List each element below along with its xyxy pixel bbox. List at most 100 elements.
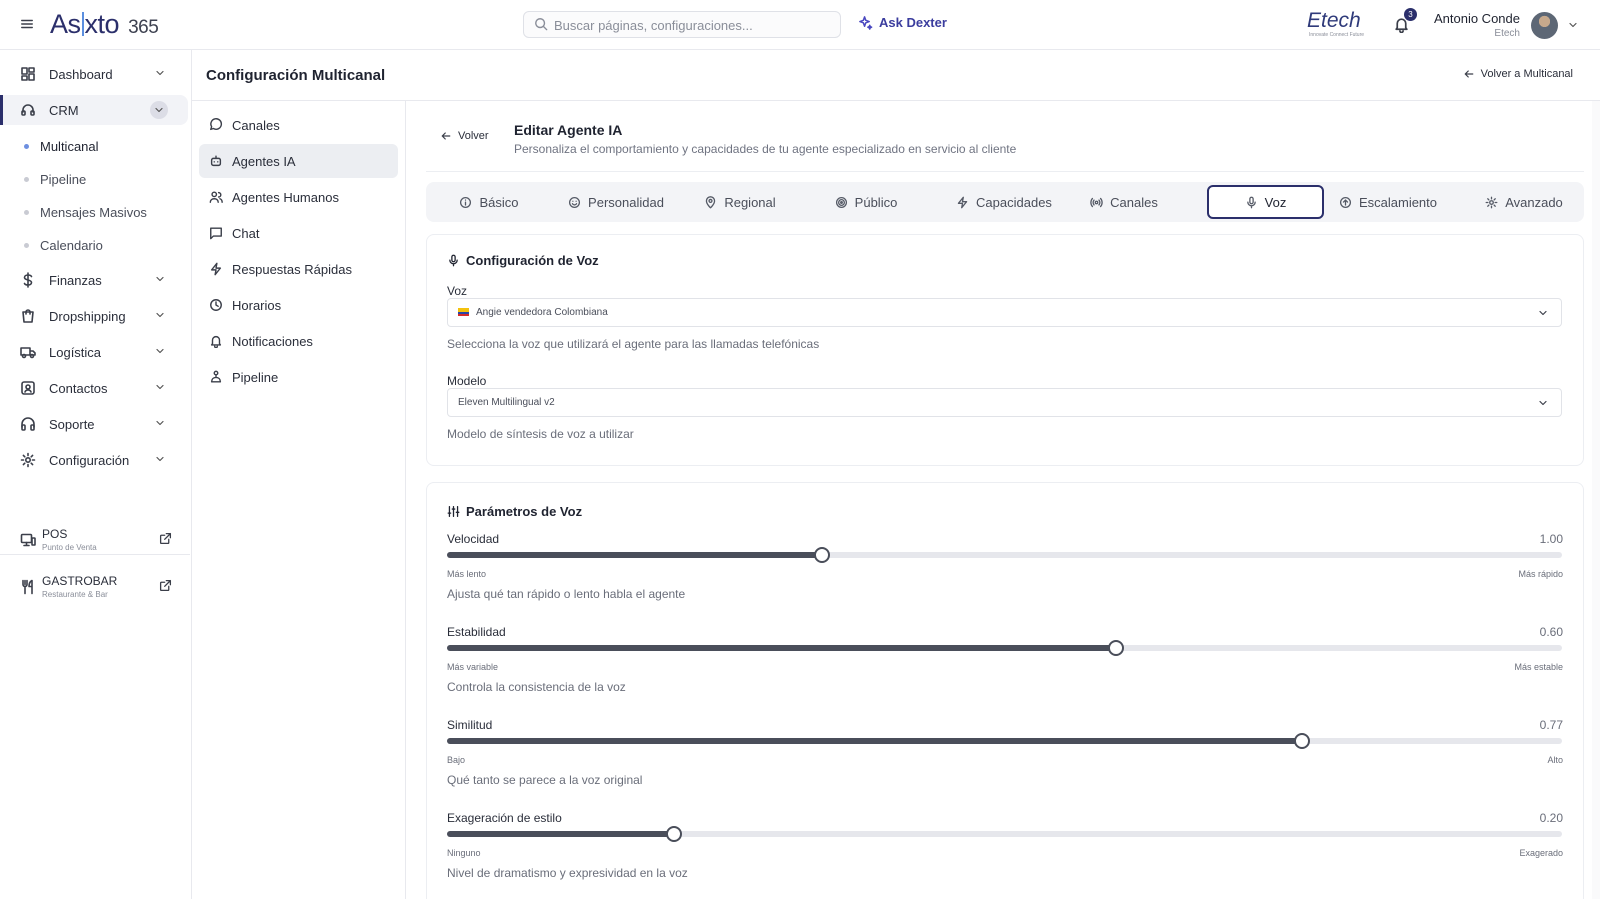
menu-item-agentes-humanos[interactable]: Agentes Humanos [199, 180, 398, 214]
contact-icon [21, 381, 35, 395]
menu-item-notificaciones[interactable]: Notificaciones [199, 324, 398, 358]
search-input[interactable] [554, 16, 834, 34]
menu-item-agentes-ia[interactable]: Agentes IA [199, 144, 398, 178]
menu-icon[interactable] [20, 17, 34, 31]
bell-icon [210, 335, 222, 348]
sidebar-subitem-calendario[interactable]: Calendario [24, 238, 103, 253]
sidebar-external-gastrobar[interactable]: GASTROBAR Restaurante & Bar [20, 571, 172, 605]
menu-item-chat[interactable]: Chat [199, 216, 398, 250]
arrow-left-icon [441, 132, 451, 140]
chevron-down-icon [156, 312, 164, 318]
sidebar-item-dashboard[interactable]: Dashboard [0, 59, 188, 89]
zap-icon [210, 262, 222, 276]
user-info[interactable]: Antonio Conde Etech [1434, 11, 1520, 39]
app-logo[interactable]: As xto 365 [50, 9, 159, 40]
layout-grid-icon [21, 67, 35, 81]
slider-thumb[interactable] [1108, 640, 1124, 656]
users-icon [209, 191, 223, 203]
tab-publico[interactable]: Público [816, 185, 916, 219]
sidebar-subitem-multicanal[interactable]: Multicanal [24, 139, 99, 154]
sidebar-subitem-mensajes-masivos[interactable]: Mensajes Masivos [24, 205, 147, 220]
sidebar-item-logistica[interactable]: Logística [0, 337, 188, 367]
model-label: Modelo [447, 374, 487, 388]
sidebar-subitem-label: Mensajes Masivos [40, 205, 147, 220]
target-icon [835, 196, 847, 208]
bot-icon [210, 155, 222, 167]
external-subtitle: Restaurante & Bar [42, 590, 108, 599]
tab-regional[interactable]: Regional [688, 185, 792, 219]
sidebar-item-crm[interactable]: CRM [0, 95, 188, 125]
slider-thumb[interactable] [813, 547, 830, 563]
external-link-icon[interactable] [159, 532, 172, 545]
slider-thumb[interactable] [1294, 733, 1311, 749]
menu-item-horarios[interactable]: Horarios [199, 288, 398, 322]
sidebar-item-dropshipping[interactable]: Dropshipping [0, 301, 188, 331]
slider-label: Velocidad [447, 532, 500, 546]
tab-canales[interactable]: Canales [1078, 185, 1170, 219]
expand-toggle[interactable] [154, 67, 166, 79]
radio-icon [1090, 197, 1103, 207]
mic-icon [1246, 196, 1256, 208]
expand-toggle[interactable] [154, 309, 166, 321]
tab-basico[interactable]: Básico [434, 185, 544, 219]
scrollbar[interactable] [1592, 101, 1600, 899]
sidebar-external-pos[interactable]: POS Punto de Venta [20, 524, 172, 558]
expand-toggle[interactable] [154, 417, 166, 429]
menu-item-pipeline[interactable]: Pipeline [199, 360, 398, 394]
sidebar-item-finanzas[interactable]: Finanzas [0, 265, 188, 295]
expand-toggle[interactable] [154, 345, 166, 357]
back-to-multicanal-link[interactable]: Volver a Multicanal [1463, 68, 1573, 80]
tab-label: Canales [1110, 194, 1158, 210]
collapse-toggle[interactable] [150, 101, 168, 119]
tab-personalidad[interactable]: Personalidad [550, 185, 682, 219]
slider-help: Ajusta qué tan rápido o lento habla el a… [447, 587, 686, 601]
back-button[interactable]: Volver [440, 130, 489, 142]
slider-label: Exageración de estilo [447, 811, 562, 825]
avatar[interactable] [1531, 12, 1558, 39]
slider-track[interactable] [447, 826, 1562, 842]
slider-track[interactable] [447, 733, 1562, 749]
ask-dexter-button[interactable]: Ask Dexter [858, 15, 947, 30]
slider-track[interactable] [447, 640, 1562, 656]
slider-track[interactable] [447, 547, 1562, 563]
voice-params-title: Parámetros de Voz [447, 504, 582, 519]
tab-escalamiento[interactable]: Escalamiento [1333, 185, 1443, 219]
tab-voz[interactable]: Voz [1207, 185, 1324, 219]
smile-icon [569, 196, 581, 208]
voice-select[interactable]: Angie vendedora Colombiana [447, 298, 1562, 327]
menu-item-label: Chat [232, 225, 260, 241]
external-subtitle: Punto de Venta [42, 543, 97, 552]
menu-item-label: Horarios [232, 297, 282, 313]
chevron-down-icon [156, 456, 164, 462]
search-box[interactable] [523, 11, 841, 38]
user-menu-toggle[interactable] [1567, 19, 1579, 31]
menu-item-respuestas-rapidas[interactable]: Respuestas Rápidas [199, 252, 398, 286]
workflow-icon [210, 370, 222, 383]
slider-fill [447, 645, 1116, 651]
model-select[interactable]: Eleven Multilingual v2 [447, 388, 1562, 417]
gear-icon [20, 452, 36, 468]
message-circle-icon [210, 118, 223, 131]
mic-icon [449, 254, 458, 267]
voice-help: Selecciona la voz que utilizará el agent… [447, 337, 820, 351]
sidebar-item-soporte[interactable]: Soporte [0, 409, 188, 439]
sidebar-subitem-pipeline[interactable]: Pipeline [24, 172, 86, 187]
sidebar-item-contactos[interactable]: Contactos [0, 373, 188, 403]
expand-toggle[interactable] [154, 381, 166, 393]
slider-fill [447, 831, 675, 837]
slider-thumb[interactable] [666, 826, 683, 842]
external-link-icon[interactable] [159, 579, 172, 592]
notification-count-badge: 3 [1404, 8, 1417, 21]
tab-capacidades[interactable]: Capacidades [934, 185, 1074, 219]
model-help: Modelo de síntesis de voz a utilizar [447, 427, 634, 441]
sidebar: Dashboard CRM Multicanal Pipeline Mensaj… [0, 50, 192, 899]
sidebar-item-configuracion[interactable]: Configuración [0, 445, 188, 475]
search-icon [535, 18, 548, 31]
expand-toggle[interactable] [154, 273, 166, 285]
external-title: GASTROBAR [42, 574, 118, 588]
expand-toggle[interactable] [154, 453, 166, 465]
sidebar-item-label: Dashboard [49, 66, 113, 82]
voice-params-title-text: Parámetros de Voz [466, 504, 583, 519]
tab-avanzado[interactable]: Avanzado [1470, 185, 1578, 219]
menu-item-canales[interactable]: Canales [199, 108, 398, 142]
